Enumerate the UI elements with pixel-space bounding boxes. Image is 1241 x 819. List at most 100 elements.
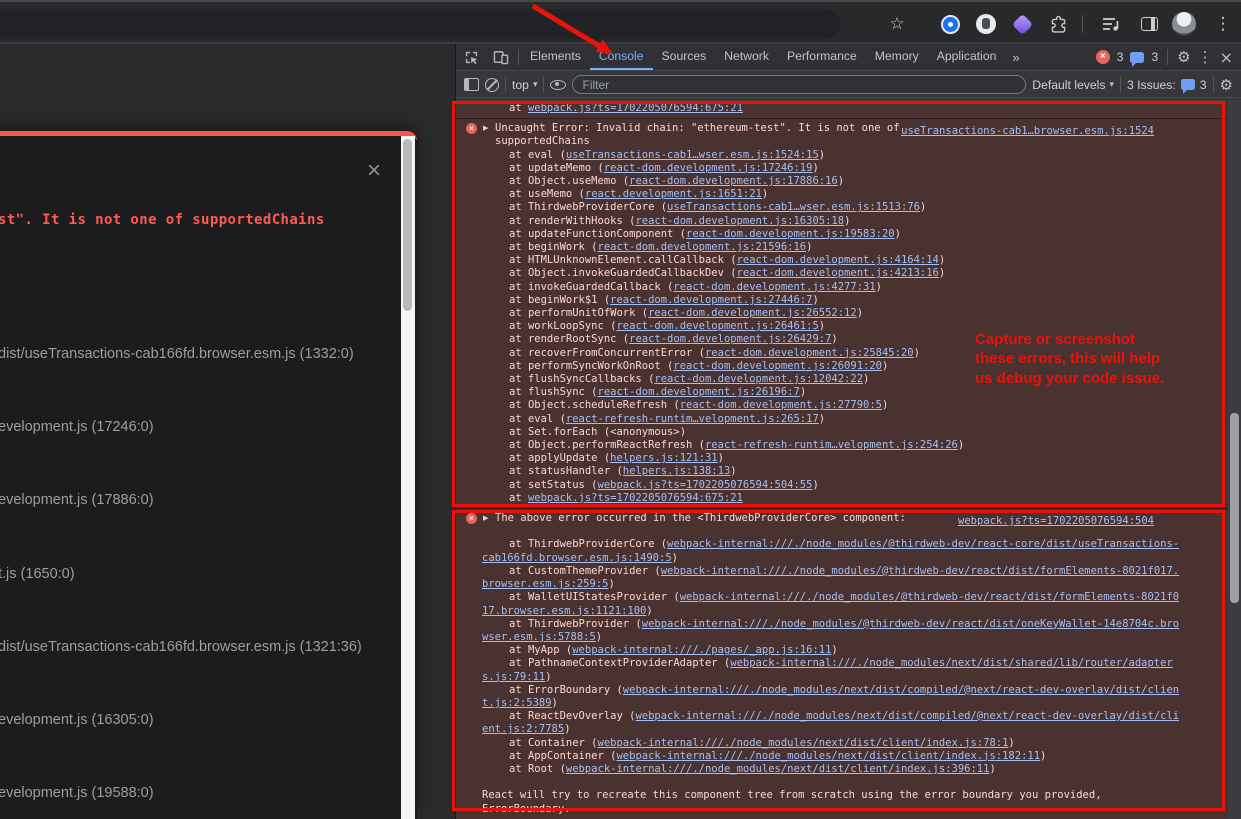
purple-diamond-extension-icon[interactable] <box>1008 2 1036 46</box>
clear-console-icon[interactable] <box>485 78 499 92</box>
tab-elements[interactable]: Elements <box>521 44 590 70</box>
message-count: 3 <box>1151 50 1158 64</box>
stack-frame: at Root (webpack-internal:///./node_modu… <box>482 763 1182 776</box>
source-link[interactable]: react-dom.development.js:4213:16 <box>737 267 939 279</box>
tab-memory[interactable]: Memory <box>866 44 928 70</box>
source-link[interactable]: webpack-internal:///./pages/_app.js:16:1… <box>572 644 831 656</box>
source-link[interactable]: react-dom.development.js:21596:16 <box>598 241 807 253</box>
source-link[interactable]: react-refresh-runtim…velopment.js:265:17 <box>566 413 819 425</box>
stack-frame: at eval (useTransactions-cab1…wser.esm.j… <box>482 149 1182 162</box>
source-link[interactable]: webpack-internal:///./node_modules/@thir… <box>482 618 1179 643</box>
overlay-scrollbar[interactable] <box>401 136 415 819</box>
profile-avatar[interactable] <box>1169 2 1199 46</box>
stack-frame: at recoverFromConcurrentError (react-dom… <box>482 347 1182 360</box>
devtools-close-icon[interactable]: × <box>1220 48 1233 67</box>
overlay-stack-frame: dist/useTransactions-cab166fd.browser.es… <box>0 346 354 362</box>
side-panel-icon[interactable] <box>1134 2 1164 46</box>
source-link[interactable]: react-dom.development.js:26091:20 <box>673 360 882 372</box>
source-link[interactable]: webpack-internal:///./node_modules/next/… <box>566 763 990 775</box>
stack-frame: at flushSync (react-dom.development.js:2… <box>482 386 1182 399</box>
console-sidebar-icon[interactable] <box>464 78 479 91</box>
log-levels-selector[interactable]: Default levels ▾ <box>1032 78 1114 92</box>
tab-performance[interactable]: Performance <box>778 44 866 70</box>
source-link[interactable]: webpack-internal:///./node_modules/@thir… <box>482 591 1179 616</box>
source-link[interactable]: webpack-internal:///./node_modules/next/… <box>482 710 1179 735</box>
source-link[interactable]: webpack.js?ts=1702205076594:675:21 <box>528 102 743 114</box>
source-link[interactable]: react-dom.development.js:16305:18 <box>635 215 844 227</box>
react-recovery-note: React will try to recreate this componen… <box>482 789 1182 815</box>
source-link[interactable]: react-dom.development.js:17246:19 <box>604 162 813 174</box>
expand-triangle-icon[interactable]: ▶ <box>483 512 488 525</box>
message-source-link[interactable]: webpack.js?ts=1702205076594:504 <box>958 515 1154 528</box>
source-link[interactable]: react-dom.development.js:19583:20 <box>686 228 895 240</box>
tab-console[interactable]: Console <box>590 44 653 70</box>
source-link[interactable]: useTransactions-cab1…wser.esm.js:1524:15 <box>566 149 819 161</box>
error-icon[interactable]: × <box>466 123 477 134</box>
stack-frame: at renderWithHooks (react-dom.developmen… <box>482 215 1182 228</box>
source-link[interactable]: helpers.js:121:31 <box>610 452 717 464</box>
gray-circle-extension-icon[interactable] <box>972 2 1000 46</box>
console-scrollbar[interactable] <box>1228 99 1241 819</box>
console-toolbar: top ▾ Default levels ▾ 3 Issues: 3 ⚙ <box>456 72 1241 98</box>
address-bar[interactable] <box>0 9 840 39</box>
bookmark-star-icon[interactable]: ☆ <box>882 2 912 46</box>
headline-text: Uncaught Error: Invalid chain: "ethereum… <box>495 122 965 148</box>
menu-kebab-icon[interactable]: ⋮ <box>1209 2 1237 46</box>
device-toolbar-icon[interactable] <box>486 44 516 70</box>
toolbar-divider <box>505 77 506 92</box>
toolbar-divider <box>1082 15 1083 33</box>
live-expression-eye-icon[interactable] <box>550 80 566 90</box>
context-selector[interactable]: top ▾ <box>512 78 537 92</box>
stack-frame: at performSyncWorkOnRoot (react-dom.deve… <box>482 360 1182 373</box>
console-scrollbar-thumb[interactable] <box>1230 413 1239 603</box>
source-link[interactable]: react-dom.development.js:4277:31 <box>673 281 875 293</box>
source-link[interactable]: webpack.js?ts=1702205076594:504:55 <box>598 479 813 491</box>
media-controls-icon[interactable] <box>1096 2 1126 46</box>
source-link[interactable]: webpack-internal:///./node_modules/@thir… <box>482 538 1179 563</box>
issues-count: 3 <box>1200 78 1207 92</box>
expand-triangle-icon[interactable]: ▶ <box>483 122 488 135</box>
blue-circle-extension-icon[interactable] <box>936 2 964 46</box>
stack-frame: at workLoopSync (react-dom.development.j… <box>482 320 1182 333</box>
source-link[interactable]: react-dom.development.js:17886:16 <box>629 175 838 187</box>
tab-application[interactable]: Application <box>928 44 1006 70</box>
inspect-element-icon[interactable] <box>456 44 486 70</box>
console-settings-gear-icon[interactable]: ⚙ <box>1220 76 1233 94</box>
source-link[interactable]: react-dom.development.js:26196:7 <box>598 386 800 398</box>
source-link[interactable]: react-dom.development.js:27790:5 <box>680 399 882 411</box>
error-count-icon[interactable]: × <box>1096 50 1110 64</box>
more-tabs-icon[interactable]: » <box>1005 44 1026 70</box>
stack-frame: at invokeGuardedCallback (react-dom.deve… <box>482 281 1182 294</box>
source-link[interactable]: react-dom.development.js:26461:5 <box>616 320 818 332</box>
source-link[interactable]: webpack.js?ts=1702205076594:675:21 <box>528 492 743 504</box>
source-link[interactable]: webpack-internal:///./node_modules/@thir… <box>482 565 1179 590</box>
message-source-link[interactable]: useTransactions-cab1…browser.esm.js:1524 <box>901 125 1154 138</box>
stack-frame: at beginWork (react-dom.development.js:2… <box>482 241 1182 254</box>
source-link[interactable]: webpack-internal:///./node_modules/next/… <box>482 684 1179 709</box>
source-link[interactable]: react-dom.development.js:12042:22 <box>654 373 863 385</box>
source-link[interactable]: webpack-internal:///./node_modules/next/… <box>616 750 1040 762</box>
tab-network[interactable]: Network <box>715 44 778 70</box>
issues-counter[interactable]: 3 Issues: 3 <box>1127 78 1207 92</box>
source-link[interactable]: react-dom.development.js:4164:14 <box>737 254 939 266</box>
devtools-menu-kebab-icon[interactable]: ⋮ <box>1198 48 1213 66</box>
overlay-stack-frame: evelopment.js (16305:0) <box>0 712 154 728</box>
source-link[interactable]: react-dom.development.js:25845:20 <box>705 347 914 359</box>
message-bubble-icon[interactable] <box>1130 52 1144 63</box>
overlay-scrollbar-thumb[interactable] <box>403 139 412 311</box>
source-link[interactable]: webpack-internal:///./node_modules/next/… <box>598 737 1009 749</box>
source-link[interactable]: react.development.js:1651:21 <box>585 188 762 200</box>
source-link[interactable]: react-dom.development.js:27446:7 <box>610 294 812 306</box>
source-link[interactable]: webpack-internal:///./node_modules/next/… <box>482 657 1173 682</box>
source-link[interactable]: react-refresh-runtim…velopment.js:254:26 <box>705 439 958 451</box>
source-link[interactable]: useTransactions-cab1…wser.esm.js:1513:76 <box>667 201 920 213</box>
filter-input[interactable] <box>572 75 1026 94</box>
settings-gear-icon[interactable]: ⚙ <box>1177 48 1190 66</box>
error-icon[interactable]: × <box>466 513 477 524</box>
tab-sources[interactable]: Sources <box>653 44 716 70</box>
extensions-puzzle-icon[interactable] <box>1044 2 1072 46</box>
source-link[interactable]: react-dom.development.js:26429:7 <box>629 333 831 345</box>
source-link[interactable]: react-dom.development.js:26552:12 <box>648 307 857 319</box>
source-link[interactable]: helpers.js:138:13 <box>623 465 730 477</box>
close-icon[interactable]: × <box>361 158 387 184</box>
